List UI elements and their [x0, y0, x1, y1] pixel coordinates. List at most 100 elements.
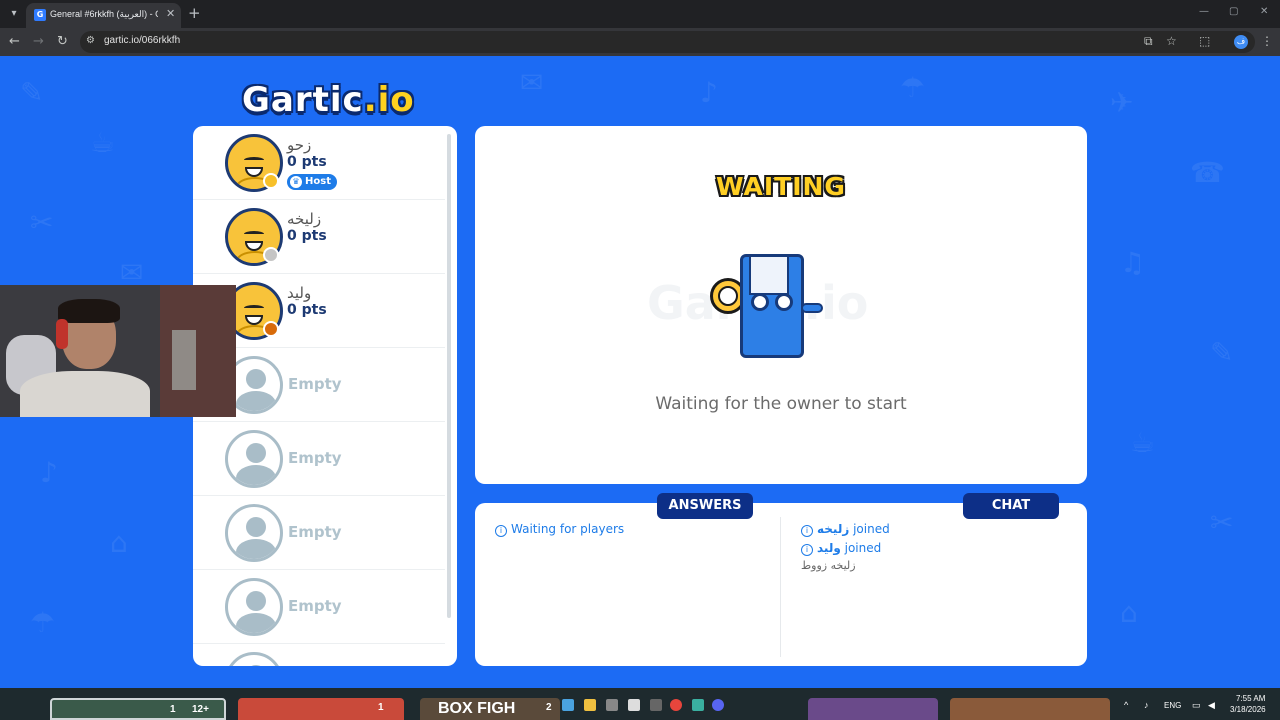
background-doodle-icon: ✎: [1210, 336, 1234, 369]
thumbnail-text: BOX FIGH: [438, 700, 516, 717]
info-icon: i: [801, 544, 813, 556]
answers-tab[interactable]: ANSWERS: [657, 493, 753, 519]
browser-tab[interactable]: G General #6rkkfh (العربية) - Gartic ✕: [26, 3, 181, 28]
clock-time[interactable]: 7:55 AM: [1236, 694, 1265, 703]
app-icon[interactable]: [692, 699, 704, 711]
gartic-favicon-icon: G: [34, 9, 46, 21]
tray-chevron-icon[interactable]: ^: [1124, 700, 1128, 710]
taskbar-thumbnail[interactable]: [808, 698, 938, 720]
info-icon: i: [801, 525, 813, 537]
answers-text: Waiting for players: [511, 522, 625, 536]
taskbar-thumbnail[interactable]: 1 12+: [50, 698, 226, 720]
background-doodle-icon: ♪: [40, 456, 58, 489]
taskbar-thumbnail[interactable]: 1: [238, 698, 404, 720]
background-doodle-icon: ✉: [520, 66, 544, 99]
panel-divider: [780, 517, 781, 657]
menu-dots-icon[interactable]: ⋮: [1261, 34, 1273, 48]
chat-tab[interactable]: CHAT: [963, 493, 1059, 519]
player-points: 0 pts: [287, 154, 327, 170]
clock-date[interactable]: 3/18/2026: [1230, 705, 1266, 714]
forward-arrow-icon[interactable]: →: [33, 34, 44, 49]
webcam-overlay: [0, 285, 236, 417]
tab-search-icon[interactable]: ▾: [6, 6, 22, 22]
player-list-scrollbar[interactable]: [447, 134, 451, 618]
host-crown-icon: ♛: [290, 176, 302, 188]
waiting-message: Waiting for the owner to start: [655, 394, 907, 414]
chat-event-name: وليد: [817, 541, 841, 555]
discord-icon[interactable]: [712, 699, 724, 711]
empty-slot-label: Empty: [288, 375, 342, 393]
empty-avatar-icon: [225, 578, 283, 636]
bookmark-star-icon[interactable]: ☆: [1166, 34, 1177, 48]
minimize-icon[interactable]: —: [1199, 6, 1209, 17]
background-doodle-icon: ⌂: [1120, 596, 1138, 629]
player-row[interactable]: زليخه 0 pts: [193, 200, 445, 274]
player-status-dot: [263, 247, 279, 263]
logo-main-text: Gartic: [242, 80, 364, 120]
player-status-dot: [263, 321, 279, 337]
thumbnail-badge: 2: [546, 702, 552, 713]
chat-event-action: joined: [844, 541, 882, 555]
background-doodle-icon: ☕: [90, 126, 116, 159]
player-name: زحو: [287, 136, 312, 154]
background-doodle-icon: ☂: [900, 71, 926, 104]
empty-avatar-icon: [225, 504, 283, 562]
chat-event-action: joined: [853, 522, 890, 536]
start-icon[interactable]: [562, 699, 574, 711]
chat-event: i زليخه joined: [801, 522, 890, 537]
app-icon[interactable]: [628, 699, 640, 711]
profile-avatar[interactable]: ف: [1234, 35, 1248, 49]
new-tab-plus-icon[interactable]: +: [188, 4, 201, 22]
background-doodle-icon: ☎: [1190, 156, 1225, 189]
app-icon[interactable]: [606, 699, 618, 711]
info-icon: i: [495, 525, 507, 537]
tab-title: General #6rkkfh (العربية) - Gartic: [50, 9, 158, 19]
extensions-icon[interactable]: ⬚: [1199, 34, 1210, 48]
network-icon[interactable]: ▭: [1192, 700, 1201, 711]
waiting-title: WAITING: [716, 172, 846, 201]
empty-avatar-icon: [225, 652, 283, 666]
waiting-mascot-icon: [740, 254, 823, 358]
tab-close-icon[interactable]: ✕: [166, 7, 175, 20]
volume-icon[interactable]: ◀: [1208, 700, 1215, 711]
app-icon[interactable]: [650, 699, 662, 711]
thumbnail-badge: 12+: [192, 704, 209, 715]
empty-slot-label: Empty: [288, 449, 342, 467]
player-status-dot: [263, 173, 279, 189]
background-doodle-icon: ⌂: [110, 526, 128, 559]
browser-toolbar: ← → ↻ ⚙ gartic.io/066rkkfh ⧉ ☆ ⬚ ف ⋮: [0, 28, 1280, 56]
install-app-icon[interactable]: ⧉: [1144, 34, 1153, 49]
window-close-icon[interactable]: ✕: [1260, 6, 1268, 17]
url-text[interactable]: gartic.io/066rkkfh: [104, 35, 180, 46]
chat-message: زليخه زووط: [801, 559, 856, 572]
background-doodle-icon: ✂: [30, 206, 54, 239]
maximize-icon[interactable]: ▢: [1229, 6, 1238, 17]
site-settings-icon[interactable]: ⚙: [86, 35, 95, 46]
chat-event-name: زليخه: [817, 522, 850, 536]
player-name: وليد: [287, 284, 312, 302]
microphone-icon[interactable]: ♪: [1144, 700, 1149, 710]
gartic-logo[interactable]: Gartic.io: [242, 80, 415, 120]
language-indicator[interactable]: ENG: [1164, 701, 1181, 710]
empty-slot-label: Empty: [288, 523, 342, 541]
answers-line: i Waiting for players: [495, 522, 624, 537]
address-bar[interactable]: ⚙ gartic.io/066rkkfh: [80, 31, 1255, 53]
player-row[interactable]: زحو 0 pts ♛ Host: [193, 126, 445, 200]
file-explorer-icon[interactable]: [584, 699, 596, 711]
answers-chat-panel: i Waiting for players i زليخه joined i وليد…: [475, 503, 1087, 666]
player-name: زليخه: [287, 210, 322, 228]
background-doodle-icon: ☂: [30, 606, 56, 639]
background-doodle-icon: ✂: [1210, 506, 1234, 539]
reload-icon[interactable]: ↻: [57, 34, 68, 49]
empty-slot: Empty: [193, 570, 445, 644]
taskbar-thumbnail[interactable]: BOX FIGH 2: [420, 698, 560, 720]
empty-slot: [193, 644, 445, 666]
windows-taskbar: 1 12+ 1 BOX FIGH 2 ^ ♪ ENG ▭ ◀ 7:55 AM 3…: [0, 688, 1280, 720]
empty-avatar-icon: [225, 430, 283, 488]
taskbar-thumbnail[interactable]: [950, 698, 1110, 720]
empty-slot: Empty: [193, 422, 445, 496]
background-doodle-icon: ✎: [20, 76, 44, 109]
host-badge-label: Host: [305, 176, 331, 187]
back-arrow-icon[interactable]: ←: [9, 34, 20, 49]
chrome-icon[interactable]: [670, 699, 682, 711]
